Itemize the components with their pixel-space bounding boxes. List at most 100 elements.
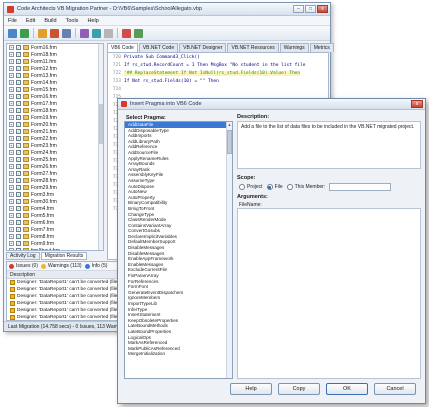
tree-item[interactable]: + ✓ Form9.frm bbox=[7, 240, 103, 247]
arguments-field[interactable] bbox=[237, 208, 421, 379]
tree-item[interactable]: + ✓ Form3.frm bbox=[7, 191, 103, 198]
checkbox-icon[interactable]: ✓ bbox=[16, 129, 21, 134]
tab-vbnet-resources[interactable]: VB.NET Resources bbox=[227, 43, 279, 52]
menu-build[interactable]: Build bbox=[44, 18, 56, 24]
tree-item[interactable]: + ✓ Form17.frm bbox=[7, 100, 103, 107]
expand-icon[interactable]: + bbox=[9, 52, 14, 57]
tab-vbnet-code[interactable]: VB.NET Code bbox=[138, 43, 179, 52]
close-icon[interactable]: x bbox=[317, 5, 328, 13]
checkbox-icon[interactable]: ✓ bbox=[16, 206, 21, 211]
copy-button[interactable]: Copy bbox=[278, 383, 320, 395]
checkbox-icon[interactable]: ✓ bbox=[16, 171, 21, 176]
tree-item[interactable]: + ✓ Form8.frm bbox=[7, 233, 103, 240]
tree-item[interactable]: + ✓ Form18.frm bbox=[7, 107, 103, 114]
info-filter-button[interactable]: Info (5) bbox=[84, 263, 107, 269]
pragma-icon[interactable] bbox=[80, 28, 89, 38]
save-icon[interactable] bbox=[20, 28, 29, 38]
expand-icon[interactable]: + bbox=[9, 115, 14, 120]
scope-member-option[interactable]: This Member: bbox=[286, 184, 325, 190]
tree-item[interactable]: + ✓ Form14.frm bbox=[7, 79, 103, 86]
menu-file[interactable]: File bbox=[8, 18, 17, 24]
menu-tools[interactable]: Tools bbox=[66, 18, 79, 24]
pragma-scrollbar[interactable]: ▲ bbox=[226, 122, 232, 378]
expand-icon[interactable]: + bbox=[9, 136, 14, 141]
expand-icon[interactable]: + bbox=[9, 59, 14, 64]
expand-icon[interactable]: + bbox=[9, 185, 14, 190]
expand-icon[interactable]: + bbox=[9, 206, 14, 211]
checkbox-icon[interactable]: ✓ bbox=[16, 101, 21, 106]
checkbox-icon[interactable]: ✓ bbox=[16, 115, 21, 120]
tree-item[interactable]: + ✓ Form15.frm bbox=[7, 86, 103, 93]
expand-icon[interactable]: + bbox=[9, 220, 14, 225]
open-project-icon[interactable] bbox=[8, 28, 17, 38]
stop-icon[interactable] bbox=[122, 28, 131, 38]
issues-filter-button[interactable]: Issues (0) bbox=[9, 263, 38, 269]
tree-item[interactable]: + ✓ Form29.frm bbox=[7, 184, 103, 191]
tree-item[interactable]: + ✓ Form13.frm bbox=[7, 72, 103, 79]
tree-scrollbar[interactable] bbox=[98, 44, 103, 250]
tree-item[interactable]: + ✓ Form24.frm bbox=[7, 149, 103, 156]
expand-icon[interactable]: + bbox=[9, 150, 14, 155]
expand-icon[interactable]: + bbox=[9, 234, 14, 239]
tree-item[interactable]: + ✓ Form6.frm bbox=[7, 219, 103, 226]
expand-icon[interactable]: + bbox=[9, 122, 14, 127]
checkbox-icon[interactable]: ✓ bbox=[16, 164, 21, 169]
expand-icon[interactable]: + bbox=[9, 66, 14, 71]
tree-item[interactable]: + ✓ Form4.frm bbox=[7, 205, 103, 212]
tab-warnings[interactable]: Warnings bbox=[279, 43, 309, 52]
checkbox-icon[interactable]: ✓ bbox=[16, 108, 21, 113]
tree-item[interactable]: + ✓ Form11.frm bbox=[7, 58, 103, 65]
settings-icon[interactable] bbox=[38, 28, 47, 38]
expand-icon[interactable]: + bbox=[9, 241, 14, 246]
tree-item[interactable]: + ✓ Form28.frm bbox=[7, 177, 103, 184]
help-button[interactable]: Help bbox=[230, 383, 272, 395]
tab-migration-results[interactable]: Migration Results bbox=[40, 252, 88, 260]
scope-project-radio[interactable] bbox=[239, 184, 245, 190]
checkbox-icon[interactable]: ✓ bbox=[16, 185, 21, 190]
checkbox-icon[interactable]: ✓ bbox=[16, 178, 21, 183]
expand-icon[interactable]: + bbox=[9, 227, 14, 232]
tree-item[interactable]: + ✓ Form12.frm bbox=[7, 65, 103, 72]
project-tree[interactable]: + ✓ Form16.frm + ✓ Form18.frm + ✓ Form11.frm + ✓ Fo… bbox=[6, 43, 104, 251]
expand-icon[interactable]: + bbox=[9, 80, 14, 85]
checkbox-icon[interactable]: ✓ bbox=[16, 234, 21, 239]
checkbox-icon[interactable]: ✓ bbox=[16, 52, 21, 57]
checkbox-icon[interactable]: ✓ bbox=[16, 150, 21, 155]
tree-item[interactable]: + ✓ Form20.frm bbox=[7, 121, 103, 128]
tree-item[interactable]: + ✓ Form23.frm bbox=[7, 142, 103, 149]
tree-item[interactable]: + ✓ Form30.frm bbox=[7, 198, 103, 205]
expand-icon[interactable]: + bbox=[9, 192, 14, 197]
checkbox-icon[interactable]: ✓ bbox=[16, 122, 21, 127]
checkbox-icon[interactable]: ✓ bbox=[16, 213, 21, 218]
build-icon[interactable] bbox=[50, 28, 59, 38]
compare-icon[interactable] bbox=[92, 28, 101, 38]
tree-item[interactable]: + ✓ Form21.frm bbox=[7, 128, 103, 135]
expand-icon[interactable]: + bbox=[9, 94, 14, 99]
tree-item[interactable]: + ✓ Form18.frm bbox=[7, 51, 103, 58]
checkbox-icon[interactable]: ✓ bbox=[16, 241, 21, 246]
options-icon[interactable] bbox=[104, 28, 113, 38]
expand-icon[interactable]: + bbox=[9, 129, 14, 134]
expand-icon[interactable]: + bbox=[9, 213, 14, 218]
ok-button[interactable]: OK bbox=[326, 383, 368, 395]
tab-activity-log[interactable]: Activity Log bbox=[6, 252, 40, 260]
expand-icon[interactable]: + bbox=[9, 87, 14, 92]
cancel-button[interactable]: Cancel bbox=[374, 383, 416, 395]
scope-file-radio[interactable] bbox=[266, 184, 273, 190]
tab-vbnet-designer[interactable]: VB.NET Designer bbox=[179, 43, 227, 52]
tree-item[interactable]: + ✓ Form16.frm bbox=[7, 44, 103, 51]
checkbox-icon[interactable]: ✓ bbox=[16, 45, 21, 50]
checkbox-icon[interactable]: ✓ bbox=[16, 94, 21, 99]
expand-icon[interactable]: + bbox=[9, 199, 14, 204]
scope-member-radio[interactable] bbox=[286, 184, 293, 190]
tab-metrics[interactable]: Metrics bbox=[309, 43, 334, 52]
expand-icon[interactable]: + bbox=[9, 171, 14, 176]
expand-icon[interactable]: + bbox=[9, 143, 14, 148]
checkbox-icon[interactable]: ✓ bbox=[16, 227, 21, 232]
checkbox-icon[interactable]: ✓ bbox=[16, 66, 21, 71]
checkbox-icon[interactable]: ✓ bbox=[16, 80, 21, 85]
tab-vb6-code[interactable]: VB6 Code bbox=[107, 43, 138, 52]
pragma-item[interactable]: MergeInitialization bbox=[125, 351, 232, 357]
dialog-close-icon[interactable]: x bbox=[411, 100, 423, 108]
menu-help[interactable]: Help bbox=[87, 18, 98, 24]
